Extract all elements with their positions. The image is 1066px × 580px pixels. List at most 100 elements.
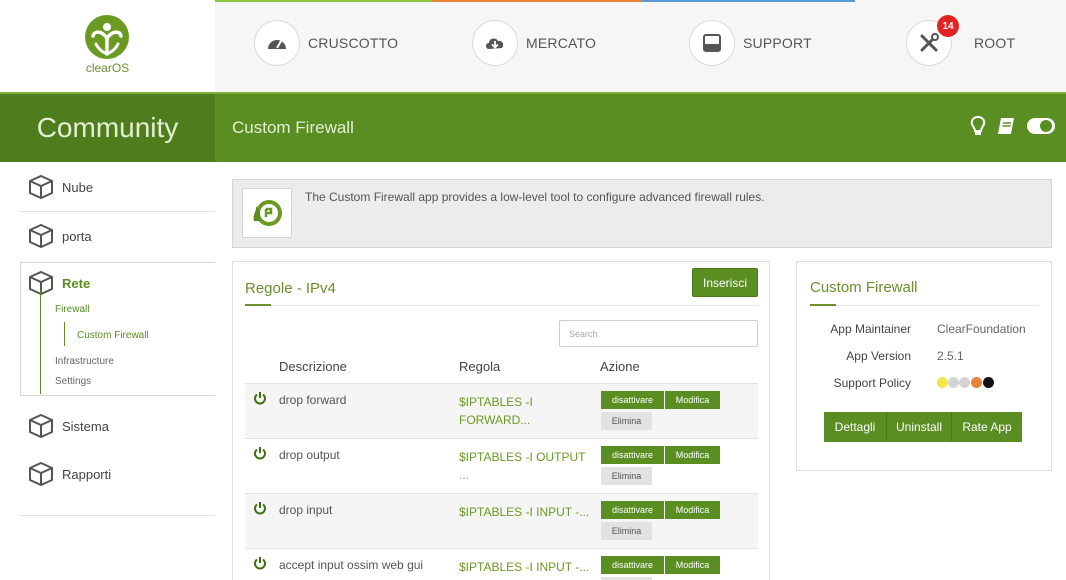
disable-button[interactable]: disattivare (601, 446, 664, 464)
table-row: accept input ossim web gui $IPTABLES -I … (245, 548, 758, 580)
column-header-description[interactable]: Descrizione (279, 359, 347, 374)
rule-text[interactable]: $IPTABLES -I OUTPUT... (459, 448, 594, 484)
nav-support[interactable]: SUPPORT (689, 20, 812, 66)
sidebar-item-label: Sistema (62, 418, 109, 434)
divider (20, 211, 215, 212)
title-band: Community Custom Firewall (0, 92, 1066, 162)
sidebar-item-reports[interactable]: Rapporti (28, 459, 111, 489)
power-icon[interactable] (253, 446, 267, 460)
column-header-action[interactable]: Azione (600, 359, 640, 374)
policy-dot (983, 377, 994, 388)
rate-app-button[interactable]: Rate App (952, 412, 1022, 442)
delete-button[interactable]: Elimina (601, 522, 652, 540)
title-underline-accent (245, 304, 271, 306)
nav-marketplace-circle (472, 20, 518, 66)
nav-marketplace[interactable]: MERCATO (472, 20, 596, 66)
maintainer-value: ClearFoundation (937, 322, 1026, 336)
rule-line: $IPTABLES -I (459, 395, 533, 409)
rule-text[interactable]: $IPTABLES -I INPUT -... (459, 558, 594, 576)
cube-icon (29, 223, 53, 249)
version-value: 2.5.1 (937, 349, 964, 363)
app-details-card: Custom Firewall App Maintainer ClearFoun… (796, 261, 1052, 471)
row-divider (245, 548, 758, 549)
nav-support-label: SUPPORT (743, 35, 812, 51)
rule-text[interactable]: $IPTABLES -I INPUT -... (459, 503, 594, 521)
color-stripe-green (215, 0, 432, 2)
rule-line: FORWARD... (459, 413, 531, 427)
nav-support-circle (689, 20, 735, 66)
sidebar-sub-custom-firewall[interactable]: Custom Firewall (77, 330, 149, 341)
row-divider (245, 383, 758, 384)
delete-button[interactable]: Elimina (601, 467, 652, 485)
lightbulb-icon[interactable] (970, 116, 986, 136)
title-underline (810, 305, 1038, 306)
sidebar-item-system[interactable]: Sistema (28, 411, 109, 441)
sidebar-item-network[interactable]: Rete (28, 268, 90, 298)
rule-description: drop input (279, 503, 333, 517)
power-icon[interactable] (253, 391, 267, 405)
sidebar-item-gateway[interactable]: porta (28, 221, 92, 251)
edit-button[interactable]: Modifica (665, 556, 720, 574)
book-icon[interactable] (996, 116, 1016, 136)
rule-description: accept input ossim web gui (279, 558, 424, 572)
app-info-box: The Custom Firewall app provides a low-l… (232, 179, 1052, 248)
title-underline (245, 305, 758, 306)
table-row: drop output $IPTABLES -I OUTPUT... disat… (245, 438, 758, 493)
cube-icon (29, 413, 53, 439)
disable-button[interactable]: disattivare (601, 391, 664, 409)
rule-text[interactable]: $IPTABLES -I FORWARD... (459, 393, 594, 429)
band-toolbar (970, 116, 1056, 136)
nav-dashboard-label: CRUSCOTTO (308, 35, 399, 51)
logo-text: clearOS (85, 61, 130, 75)
nav-marketplace-label: MERCATO (526, 35, 597, 51)
details-button[interactable]: Dettagli (824, 412, 887, 442)
policy-dot (959, 377, 970, 388)
nav-dashboard-circle (254, 20, 300, 66)
sidebar-item-label: Rete (62, 275, 91, 291)
sidebar-sub-infrastructure[interactable]: Infrastructure (55, 356, 114, 367)
page-title: Custom Firewall (232, 118, 354, 137)
row-divider (245, 493, 758, 494)
cube-icon (29, 174, 53, 200)
sidebar-sub-firewall[interactable]: Firewall (55, 304, 89, 315)
edit-button[interactable]: Modifica (665, 501, 720, 519)
app-card-title: Custom Firewall (810, 279, 918, 296)
nav-dashboard[interactable]: CRUSCOTTO (254, 20, 398, 66)
table-row: drop input $IPTABLES -I INPUT -... disat… (245, 493, 758, 548)
disable-button[interactable]: disattivare (601, 556, 664, 574)
column-header-rule[interactable]: Regola (459, 359, 500, 374)
version-label: App Version (846, 349, 911, 363)
search-input[interactable]: Search (559, 320, 758, 347)
cube-icon (29, 461, 53, 487)
power-icon[interactable] (253, 501, 267, 515)
top-header: clearOS CRUSCOTTO MERCATO SUPPORT 14 ROO… (0, 0, 1066, 92)
inbox-icon (703, 34, 721, 52)
policy-dot (948, 377, 959, 388)
title-underline-accent (810, 304, 836, 306)
policy-dot (971, 377, 982, 388)
edition-panel: Community (0, 94, 215, 162)
disable-button[interactable]: disattivare (601, 501, 664, 519)
notification-badge[interactable]: 14 (937, 15, 959, 37)
sidebar-sub-settings[interactable]: Settings (55, 376, 91, 387)
app-icon (242, 188, 292, 238)
custom-firewall-app-icon (253, 200, 282, 226)
logo[interactable]: clearOS (0, 0, 215, 92)
sidebar-item-cloud[interactable]: Nube (28, 172, 93, 202)
rules-title: Regole - IPv4 (245, 280, 336, 297)
color-stripe-blue (642, 0, 855, 2)
edit-button[interactable]: Modifica (665, 446, 720, 464)
rule-description: drop output (279, 448, 340, 462)
nav-rail (40, 290, 41, 394)
power-icon[interactable] (253, 556, 267, 570)
sidebar-item-label: Rapporti (62, 466, 112, 482)
edit-button[interactable]: Modifica (665, 391, 720, 409)
toggle-icon[interactable] (1026, 117, 1056, 135)
delete-button[interactable]: Elimina (601, 412, 652, 430)
uninstall-button[interactable]: Uninstall (887, 412, 952, 442)
sidebar-item-label: Nube (62, 179, 94, 195)
add-rule-button[interactable]: Inserisci (692, 268, 758, 297)
nav-root[interactable]: 14 ROOT (906, 15, 1015, 66)
tools-icon (920, 33, 939, 52)
color-stripe-orange (432, 0, 642, 2)
